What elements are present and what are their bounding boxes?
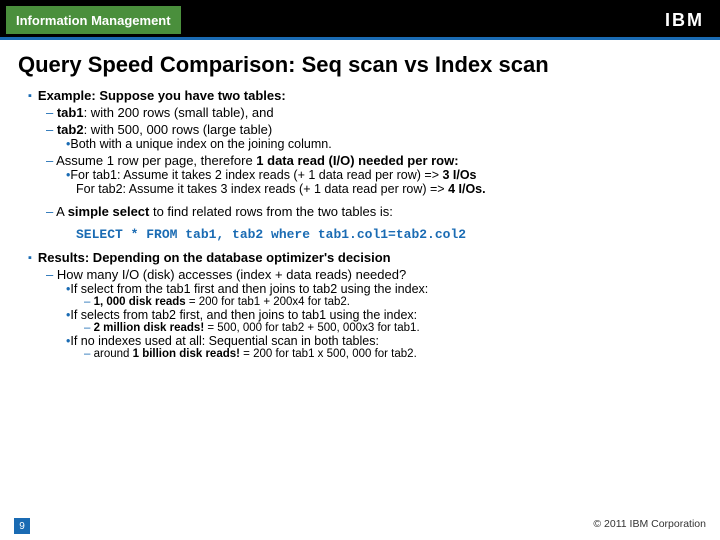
- bullet-results: Results: Depending on the database optim…: [28, 250, 702, 265]
- slide-content: Example: Suppose you have two tables: ta…: [18, 88, 702, 360]
- bullet-io-tab2: For tab2: Assume it takes 3 index reads …: [76, 182, 702, 196]
- bullet-io-tab1: For tab1: Assume it takes 2 index reads …: [66, 168, 702, 182]
- header-stripe: [0, 37, 720, 40]
- bullet-case3-num: around 1 billion disk reads! = 200 for t…: [84, 348, 702, 360]
- ibm-logo: IBM: [665, 10, 704, 31]
- bullet-question: How many I/O (disk) accesses (index + da…: [46, 267, 702, 282]
- bullet-case1: If select from the tab1 first and then j…: [66, 282, 702, 296]
- footer: 9 © 2011 IBM Corporation: [0, 518, 720, 534]
- bullet-case1-num: 1, 000 disk reads = 200 for tab1 + 200x4…: [84, 296, 702, 308]
- copyright: © 2011 IBM Corporation: [593, 518, 706, 534]
- slide-title: Query Speed Comparison: Seq scan vs Inde…: [18, 52, 702, 78]
- bullet-case3: If no indexes used at all: Sequential sc…: [66, 334, 702, 348]
- header-bar: Information Management IBM: [0, 0, 720, 40]
- bullet-assume: Assume 1 row per page, therefore 1 data …: [46, 153, 702, 168]
- bullet-case2: If selects from tab2 first, and then joi…: [66, 308, 702, 322]
- brand-badge: Information Management: [6, 6, 181, 34]
- bullet-tab1: tab1: with 200 rows (small table), and: [46, 105, 702, 120]
- sql-code: SELECT * FROM tab1, tab2 where tab1.col1…: [76, 227, 702, 242]
- page-number: 9: [14, 518, 30, 534]
- bullet-both-index: Both with a unique index on the joining …: [66, 137, 702, 151]
- bullet-simple-select: A simple select to find related rows fro…: [46, 204, 702, 219]
- bullet-case2-num: 2 million disk reads! = 500, 000 for tab…: [84, 322, 702, 334]
- bullet-tab2: tab2: with 500, 000 rows (large table): [46, 122, 702, 137]
- bullet-example: Example: Suppose you have two tables:: [28, 88, 702, 103]
